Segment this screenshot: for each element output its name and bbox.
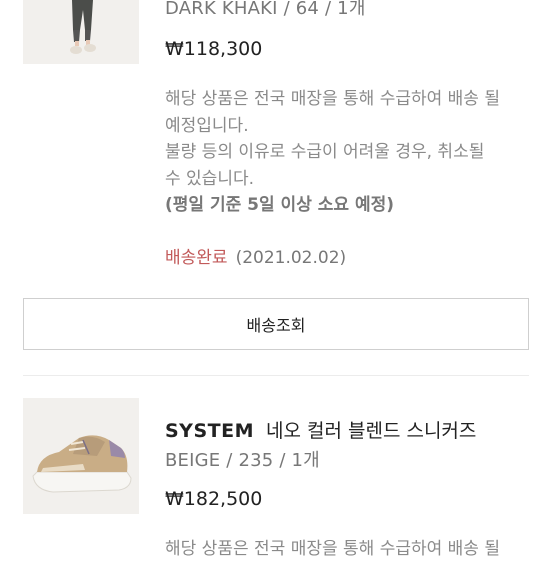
status-badge: 배송완료	[165, 248, 228, 268]
status-date: (2021.02.02)	[235, 248, 347, 268]
notice-lead-time: (평일 기준 5일 이상 소요 예정)	[165, 195, 394, 215]
item1-option: DARK KHAKI / 64 / 1개	[165, 0, 366, 19]
brand-name: SYSTEM	[165, 420, 254, 442]
product-name: 네오 컬러 블렌드 스니커즈	[265, 420, 477, 442]
item2-option: BEIGE / 235 / 1개	[165, 450, 320, 471]
item2-notice: 해당 상품은 전국 매장을 통해 수급하여 배송 될	[165, 536, 535, 563]
notice-line: 불량 등의 이유로 수급이 어려울 경우, 취소될	[165, 142, 485, 162]
item2-price: ₩182,500	[165, 488, 263, 510]
delivery-status: 배송완료 (2021.02.02)	[165, 243, 346, 268]
product-image-sneakers[interactable]	[23, 398, 139, 514]
divider	[23, 375, 529, 376]
notice-line: 해당 상품은 전국 매장을 통해 수급하여 배송 될	[165, 539, 500, 559]
notice-line: 수 있습니다.	[165, 168, 255, 189]
notice-line: 해당 상품은 전국 매장을 통해 수급하여 배송 될	[165, 89, 500, 109]
item1-notice: 해당 상품은 전국 매장을 통해 수급하여 배송 될 예정입니다. 불량 등의 …	[165, 86, 535, 219]
notice-line: 예정입니다.	[165, 115, 249, 136]
track-delivery-button[interactable]: 배송조회	[23, 298, 529, 350]
item2-title[interactable]: SYSTEM 네오 컬러 블렌드 스니커즈	[165, 416, 476, 443]
item1-price: ₩118,300	[165, 38, 263, 60]
product-image-pants[interactable]	[23, 0, 139, 64]
